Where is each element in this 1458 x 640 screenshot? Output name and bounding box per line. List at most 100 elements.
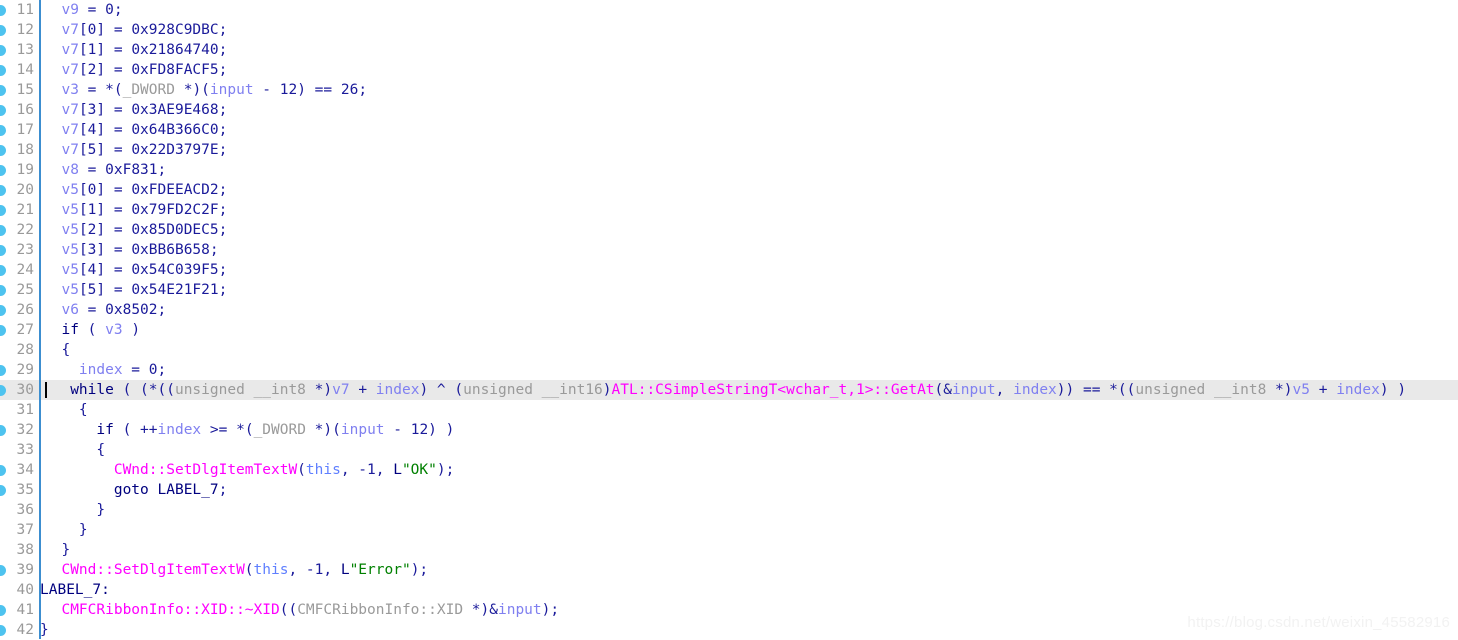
code-line[interactable]: 26 v6 = 0x8502;: [0, 300, 1458, 320]
code-text[interactable]: v8 = 0xF831;: [44, 160, 166, 180]
code-line[interactable]: 21 v5[1] = 0x79FD2C2F;: [0, 200, 1458, 220]
code-line[interactable]: 19 v8 = 0xF831;: [0, 160, 1458, 180]
code-text[interactable]: CMFCRibbonInfo::XID::~XID((CMFCRibbonInf…: [44, 600, 559, 620]
code-line[interactable]: 22 v5[2] = 0x85D0DEC5;: [0, 220, 1458, 240]
code-text[interactable]: v5[4] = 0x54C039F5;: [44, 260, 227, 280]
code-line[interactable]: 39 CWnd::SetDlgItemTextW(this, -1, L"Err…: [0, 560, 1458, 580]
code-text[interactable]: {: [44, 440, 105, 460]
code-token-this: this: [305, 462, 341, 478]
code-line[interactable]: 30 while ( (*((unsigned __int8 *)v7 + in…: [0, 380, 1458, 400]
code-text[interactable]: v5[0] = 0xFDEEACD2;: [44, 180, 227, 200]
code-text[interactable]: v7[3] = 0x3AE9E468;: [44, 100, 227, 120]
code-token-plain: *)(: [174, 82, 210, 98]
code-token-type: unsigned __int8: [1135, 382, 1267, 398]
code-token-kw: L: [393, 462, 402, 478]
code-line-list[interactable]: 11 v9 = 0; 12 v7[0] = 0x928C9DBC; 13 v7[1]…: [0, 0, 1458, 640]
code-line[interactable]: 33 {: [0, 440, 1458, 460]
code-text[interactable]: v5[1] = 0x79FD2C2F;: [44, 200, 227, 220]
code-text[interactable]: {: [44, 400, 88, 420]
code-text[interactable]: v7[0] = 0x928C9DBC;: [44, 20, 227, 40]
code-token-plain: [5] = 0x22D3797E;: [78, 142, 228, 158]
code-line[interactable]: 18 v7[5] = 0x22D3797E;: [0, 140, 1458, 160]
code-line[interactable]: 32 if ( ++index >= *(_DWORD *)(input - 1…: [0, 420, 1458, 440]
code-token-plain: = 0xF831;: [78, 162, 167, 178]
code-line[interactable]: 40 LABEL_7:: [0, 580, 1458, 600]
code-text[interactable]: v5[2] = 0x85D0DEC5;: [44, 220, 227, 240]
code-token-plain: {: [44, 402, 88, 418]
code-token-label: LABEL_7:: [40, 582, 110, 598]
code-line[interactable]: 17 v7[4] = 0x64B366C0;: [0, 120, 1458, 140]
code-line[interactable]: 12 v7[0] = 0x928C9DBC;: [0, 20, 1458, 40]
code-line[interactable]: 23 v5[3] = 0xBB6B658;: [0, 240, 1458, 260]
code-token-var: v7: [61, 102, 79, 118]
code-token-plain: = 0;: [78, 2, 123, 18]
code-line[interactable]: 27 if ( v3 ): [0, 320, 1458, 340]
code-line[interactable]: 42}: [0, 620, 1458, 640]
code-line[interactable]: 15 v3 = *(_DWORD *)(input - 12) == 26;: [0, 80, 1458, 100]
code-token-var: index: [1336, 382, 1380, 398]
line-number: 34: [16, 462, 34, 478]
line-number: 40: [16, 582, 34, 598]
code-line[interactable]: 38 }: [0, 540, 1458, 560]
code-token-plain: [0] = 0x928C9DBC;: [78, 22, 228, 38]
code-text[interactable]: CWnd::SetDlgItemTextW(this, -1, L"OK");: [44, 460, 455, 480]
pseudocode-editor[interactable]: 11 v9 = 0; 12 v7[0] = 0x928C9DBC; 13 v7[1]…: [0, 0, 1458, 639]
code-token-kw: L: [340, 562, 350, 578]
code-token-var: v3: [105, 322, 123, 338]
code-text[interactable]: }: [44, 520, 88, 540]
code-text[interactable]: v5[5] = 0x54E21F21;: [44, 280, 227, 300]
code-text[interactable]: if ( ++index >= *(_DWORD *)(input - 12) …: [44, 420, 454, 440]
code-text[interactable]: }: [44, 500, 105, 520]
code-line[interactable]: 29 index = 0;: [0, 360, 1458, 380]
code-text[interactable]: index = 0;: [44, 360, 166, 380]
line-number: 27: [16, 322, 34, 338]
line-number: 37: [16, 522, 34, 538]
code-token-plain: *)&: [463, 602, 498, 618]
code-token-plain: ,: [995, 382, 1014, 398]
code-text[interactable]: v5[3] = 0xBB6B658;: [44, 240, 218, 260]
code-text[interactable]: }: [44, 540, 70, 560]
code-text[interactable]: if ( v3 ): [44, 320, 140, 340]
code-token-plain: *)(: [305, 422, 341, 438]
code-token-type: _DWORD: [253, 422, 306, 438]
code-text[interactable]: while ( (*((unsigned __int8 *)v7 + index…: [44, 380, 1406, 400]
code-text[interactable]: v7[2] = 0xFD8FACF5;: [44, 60, 227, 80]
code-line[interactable]: 16 v7[3] = 0x3AE9E468;: [0, 100, 1458, 120]
line-number: 20: [16, 182, 34, 198]
code-line[interactable]: 31 {: [0, 400, 1458, 420]
code-token-var: v9: [61, 2, 79, 18]
code-token-plain: [5] = 0x54E21F21;: [78, 282, 228, 298]
code-line[interactable]: 13 v7[1] = 0x21864740;: [0, 40, 1458, 60]
code-text[interactable]: v6 = 0x8502;: [44, 300, 166, 320]
code-text[interactable]: LABEL_7:: [40, 580, 110, 600]
code-line[interactable]: 34 CWnd::SetDlgItemTextW(this, -1, L"OK"…: [0, 460, 1458, 480]
code-token-plain: - 12) ): [384, 422, 455, 438]
code-text[interactable]: v7[5] = 0x22D3797E;: [44, 140, 227, 160]
code-line[interactable]: 41 CMFCRibbonInfo::XID::~XID((CMFCRibbon…: [0, 600, 1458, 620]
code-line[interactable]: 28 {: [0, 340, 1458, 360]
code-text[interactable]: v7[1] = 0x21864740;: [44, 40, 227, 60]
code-text[interactable]: v9 = 0;: [44, 0, 123, 20]
code-text[interactable]: goto LABEL_7;: [44, 480, 228, 500]
code-line[interactable]: 14 v7[2] = 0xFD8FACF5;: [0, 60, 1458, 80]
code-line[interactable]: 25 v5[5] = 0x54E21F21;: [0, 280, 1458, 300]
code-text[interactable]: v3 = *(_DWORD *)(input - 12) == 26;: [44, 80, 367, 100]
code-text[interactable]: v7[4] = 0x64B366C0;: [44, 120, 227, 140]
code-line[interactable]: 37 }: [0, 520, 1458, 540]
code-line[interactable]: 11 v9 = 0;: [0, 0, 1458, 20]
code-text[interactable]: CWnd::SetDlgItemTextW(this, -1, L"Error"…: [44, 560, 428, 580]
code-line[interactable]: 36 }: [0, 500, 1458, 520]
line-number: 23: [16, 242, 34, 258]
code-line[interactable]: 20 v5[0] = 0xFDEEACD2;: [0, 180, 1458, 200]
code-line[interactable]: 35 goto LABEL_7;: [0, 480, 1458, 500]
code-text[interactable]: }: [40, 620, 49, 640]
code-line[interactable]: 24 v5[4] = 0x54C039F5;: [0, 260, 1458, 280]
code-token-plain: ((: [279, 602, 298, 618]
code-text[interactable]: {: [44, 340, 70, 360]
